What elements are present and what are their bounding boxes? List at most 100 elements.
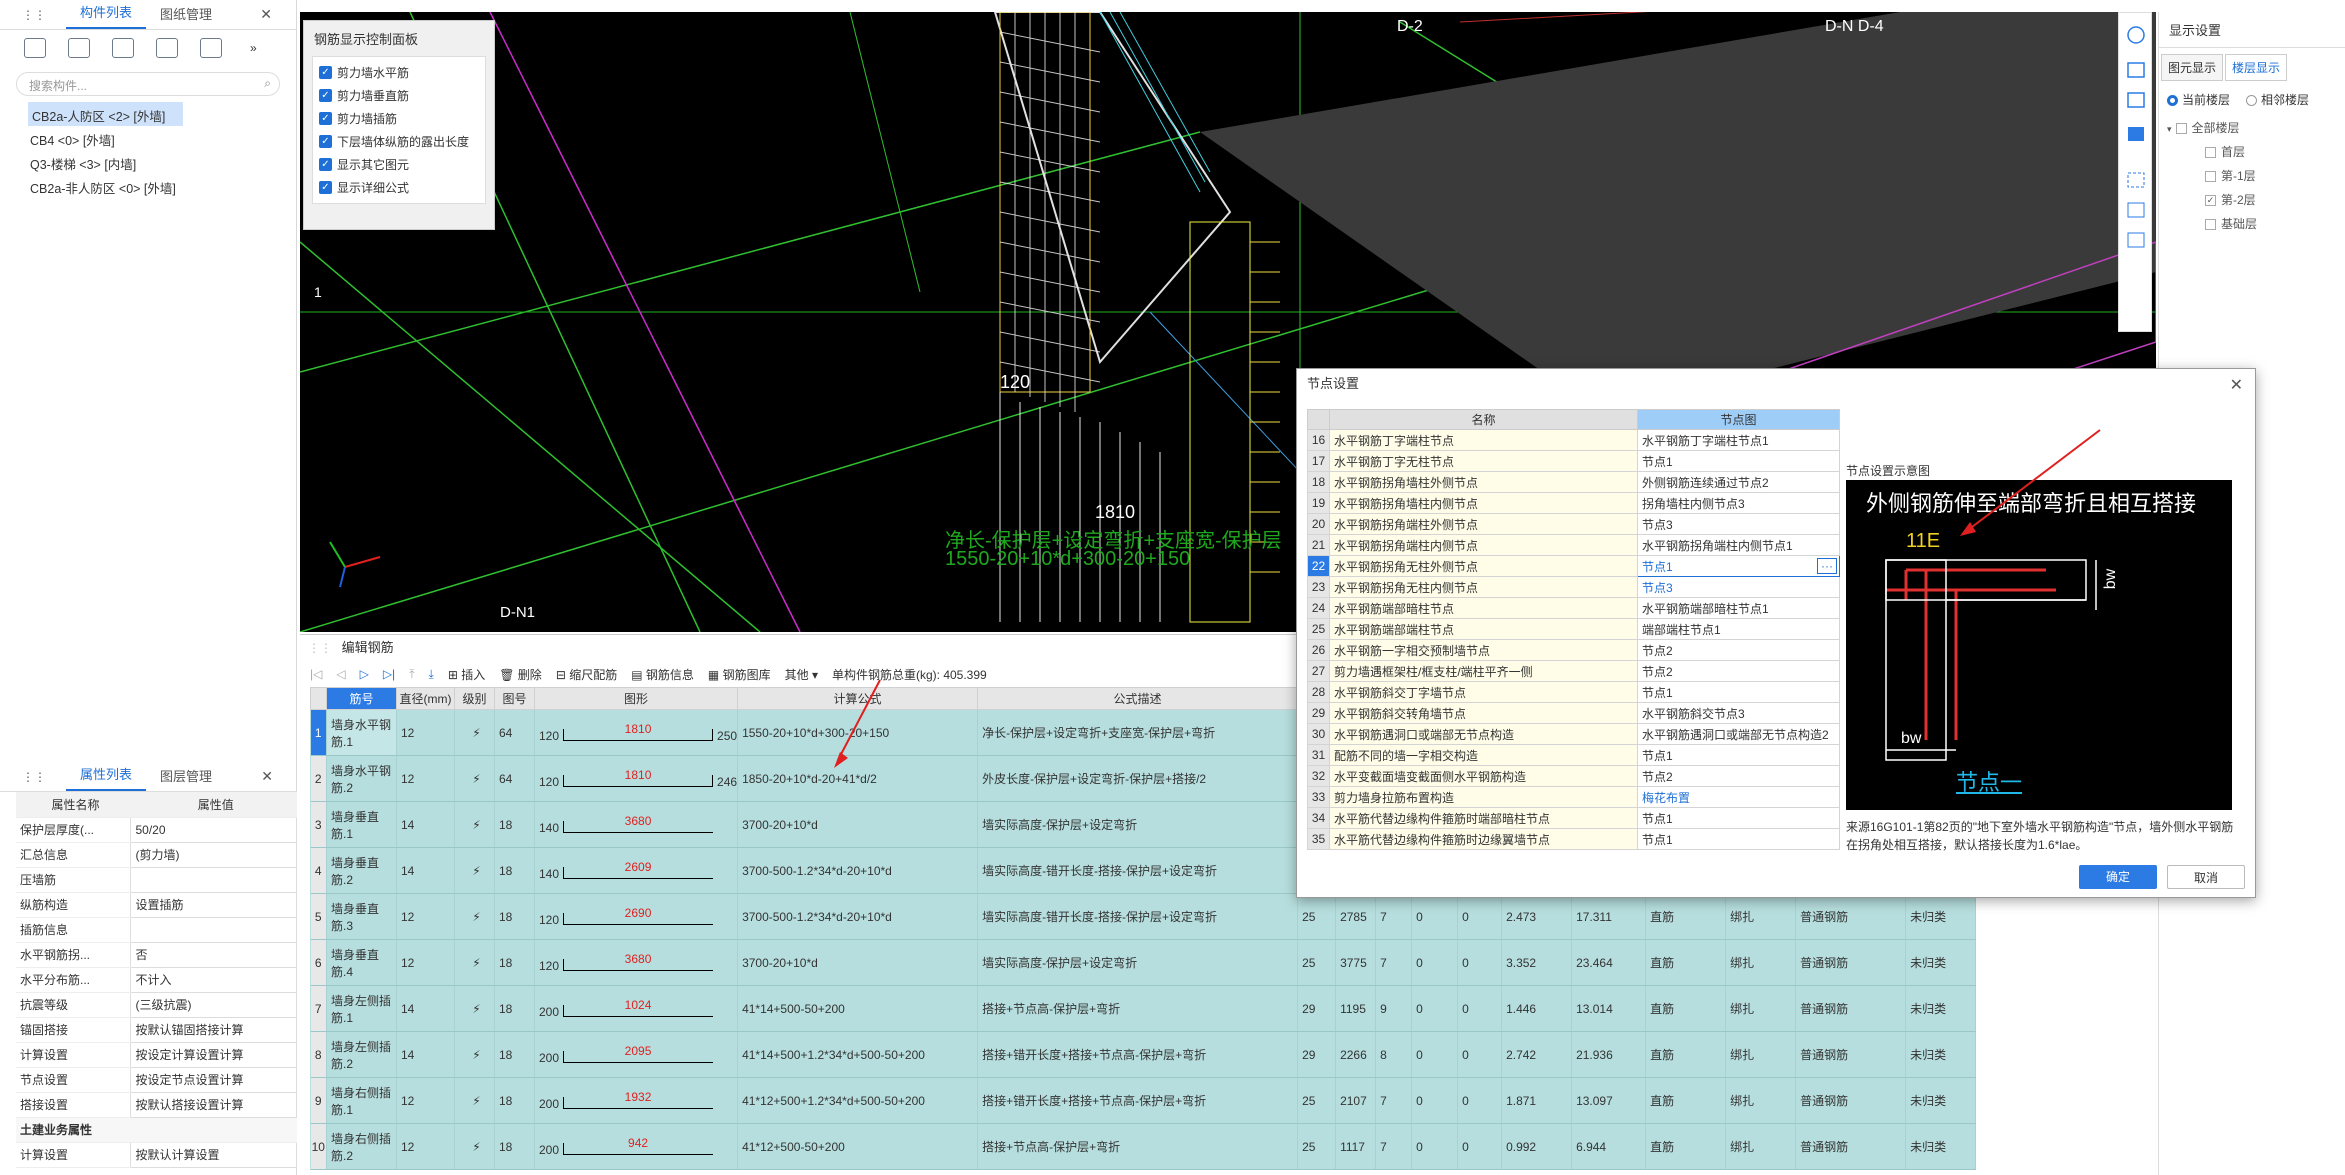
cell-type[interactable]: 普通钢筋	[1795, 1123, 1907, 1170]
cell-e[interactable]: 0	[1457, 893, 1503, 940]
cell-name[interactable]: 墙身右侧插筋.1	[326, 1077, 397, 1124]
node-row[interactable]: 16 水平钢筋丁字端柱节点 水平钢筋丁字端柱节点1	[1307, 429, 1840, 451]
cell-f[interactable]: 41*12+500+1.2*34*d+500-50+200	[737, 1077, 979, 1124]
cell-desc[interactable]: 墙实际高度-保护层+设定弯折	[977, 801, 1299, 848]
cell-type[interactable]: 普通钢筋	[1795, 939, 1907, 986]
cell-shape-no[interactable]: 18	[494, 847, 535, 894]
prop-value[interactable]: 不计入	[130, 966, 297, 993]
new-icon[interactable]	[24, 38, 46, 58]
node-row[interactable]: 33 剪力墙身拉筋布置构造 梅花布置	[1307, 786, 1840, 808]
list-item[interactable]: Q3-楼梯 <3> [内墙]	[0, 150, 296, 174]
node-value[interactable]: 节点1	[1637, 681, 1840, 703]
table-row[interactable]: 7 墙身左侧插筋.1 14 ⚡ 18 200 1024 41*14+500-50+200 搭接+…	[310, 985, 1977, 1032]
node-value[interactable]: 节点1 ···	[1637, 555, 1840, 577]
cell-shape-no[interactable]: 18	[494, 939, 535, 986]
cell-desc[interactable]: 净长-保护层+设定弯折+支座宽-保护层+弯折	[977, 709, 1299, 756]
property-row[interactable]: 压墙筋	[16, 866, 297, 893]
row-index[interactable]: 6	[310, 939, 327, 986]
cell-grp[interactable]: 未归类	[1905, 939, 1977, 986]
col-header[interactable]: 级别	[454, 687, 495, 710]
cell-e[interactable]: 0	[1457, 1031, 1503, 1078]
cell-bend[interactable]: 25	[1297, 1077, 1337, 1124]
node-row[interactable]: 21 水平钢筋拐角端柱内侧节点 水平钢筋拐角端柱内侧节点1	[1307, 534, 1840, 556]
cell-w[interactable]: 2.473	[1501, 893, 1573, 940]
cell-cls[interactable]: 直筋	[1645, 1123, 1727, 1170]
move-down-icon[interactable]: ⤓	[429, 667, 434, 682]
2d-icon[interactable]	[2127, 62, 2145, 78]
cell-grp[interactable]: 未归类	[1905, 1123, 1977, 1170]
list-item[interactable]: CB2a-人防区 <2> [外墙]	[28, 102, 183, 126]
cell-c[interactable]: 0	[1411, 939, 1459, 986]
row-index[interactable]: 3	[310, 801, 327, 848]
other-dropdown[interactable]: 其他 ▾	[785, 666, 818, 683]
radio-adjacent-floor[interactable]: 相邻楼层	[2246, 91, 2309, 108]
cell-shape[interactable]: 140 2609	[534, 847, 739, 894]
cell-diameter[interactable]: 12	[396, 893, 455, 940]
node-value[interactable]: 端部端柱节点1	[1637, 618, 1840, 640]
node-row[interactable]: 34 水平筋代替边缘构件箍筋时端部暗柱节点 节点1	[1307, 807, 1840, 829]
tab-floor-display[interactable]: 楼层显示	[2225, 54, 2288, 81]
cell-grp[interactable]: 未归类	[1905, 893, 1977, 940]
prop-value[interactable]: 设置插筋	[130, 891, 297, 918]
node-value[interactable]: 梅花布置	[1637, 786, 1840, 808]
cell-desc[interactable]: 墙实际高度-错开长度-搭接-保护层+设定弯折	[977, 847, 1299, 894]
control-option[interactable]: ✓ 剪力墙水平筋	[313, 61, 485, 84]
prop-value[interactable]: 50/20	[130, 816, 297, 843]
cell-a[interactable]: 3775	[1335, 939, 1377, 986]
cell-shape-no[interactable]: 18	[494, 893, 535, 940]
cell-f[interactable]: 41*14+500+1.2*34*d+500-50+200	[737, 1031, 979, 1078]
prop-value[interactable]: (剪力墙)	[130, 841, 297, 868]
grip-icon[interactable]: ⋮⋮	[8, 2, 60, 28]
cell-a[interactable]: 2266	[1335, 1031, 1377, 1078]
cell-diameter[interactable]: 12	[396, 709, 455, 756]
property-row[interactable]: 计算设置 按默认计算设置	[16, 1141, 297, 1168]
grip-icon[interactable]: ⋮⋮	[308, 641, 332, 655]
node-value[interactable]: 节点1	[1637, 828, 1840, 850]
node-row[interactable]: 27 剪力墙遇框架柱/框支柱/端柱平齐一侧 节点2	[1307, 660, 1840, 682]
cell-w[interactable]: 1.871	[1501, 1077, 1573, 1124]
table-row[interactable]: 5 墙身垂直筋.3 12 ⚡ 18 120 2690 3700-500-1.2*34*d-20…	[310, 893, 1977, 940]
node-value[interactable]: 水平钢筋拐角端柱内侧节点1	[1637, 534, 1840, 556]
cell-t[interactable]: 21.936	[1571, 1031, 1647, 1078]
ok-button[interactable]: 确定	[2079, 865, 2157, 889]
property-row[interactable]: 节点设置 按设定节点设置计算	[16, 1066, 297, 1093]
node-row[interactable]: 24 水平钢筋端部暗柱节点 水平钢筋端部暗柱节点1	[1307, 597, 1840, 619]
cell-bend[interactable]: 29	[1297, 1031, 1337, 1078]
cell-c[interactable]: 0	[1411, 1031, 1459, 1078]
col-header[interactable]: 图号	[494, 687, 535, 710]
cell-f[interactable]: 41*14+500-50+200	[737, 985, 979, 1032]
tree-item-minus1[interactable]: 第-1层	[2167, 164, 2345, 188]
node-row[interactable]: 19 水平钢筋拐角墙柱内侧节点 拐角墙柱内侧节点3	[1307, 492, 1840, 514]
cell-bend[interactable]: 25	[1297, 893, 1337, 940]
cell-name[interactable]: 墙身右侧插筋.2	[326, 1123, 397, 1170]
node-row[interactable]: 18 水平钢筋拐角墙柱外侧节点 外侧钢筋连续通过节点2	[1307, 471, 1840, 493]
layer-copy-icon[interactable]	[156, 38, 178, 58]
cell-b[interactable]: 7	[1375, 1077, 1413, 1124]
tree-item-all[interactable]: ▾ 全部楼层	[2167, 116, 2345, 140]
cell-type[interactable]: 普通钢筋	[1795, 985, 1907, 1032]
prop-value[interactable]: 按设定计算设置计算	[130, 1041, 297, 1068]
cell-lap[interactable]: 绑扎	[1725, 1031, 1797, 1078]
cell-b[interactable]: 7	[1375, 939, 1413, 986]
first-icon[interactable]: |◁	[310, 667, 322, 681]
property-row[interactable]: 锚固搭接 按默认锚固搭接计算	[16, 1016, 297, 1043]
prop-value[interactable]: 按设定节点设置计算	[130, 1066, 297, 1093]
cell-shape-no[interactable]: 18	[494, 1031, 535, 1078]
node-value[interactable]: 节点1	[1637, 807, 1840, 829]
cell-lap[interactable]: 绑扎	[1725, 893, 1797, 940]
node-value[interactable]: 水平钢筋斜交节点3	[1637, 702, 1840, 724]
cell-lap[interactable]: 绑扎	[1725, 1123, 1797, 1170]
cell-b[interactable]: 7	[1375, 893, 1413, 940]
tree-item-foundation[interactable]: 基础层	[2167, 212, 2345, 236]
cell-w[interactable]: 0.992	[1501, 1123, 1573, 1170]
cell-lap[interactable]: 绑扎	[1725, 1077, 1797, 1124]
node-row[interactable]: 29 水平钢筋斜交转角墙节点 水平钢筋斜交节点3	[1307, 702, 1840, 724]
col-header[interactable]: 筋号	[326, 687, 397, 710]
tab-property-list[interactable]: 属性列表	[66, 758, 147, 791]
node-value[interactable]: 节点2	[1637, 765, 1840, 787]
cell-shape[interactable]: 200 942	[534, 1123, 739, 1170]
delete-icon[interactable]	[112, 38, 134, 58]
property-row[interactable]: 纵筋构造 设置插筋	[16, 891, 297, 918]
cell-f[interactable]: 41*12+500-50+200	[737, 1123, 979, 1170]
cell-diameter[interactable]: 12	[396, 1123, 455, 1170]
